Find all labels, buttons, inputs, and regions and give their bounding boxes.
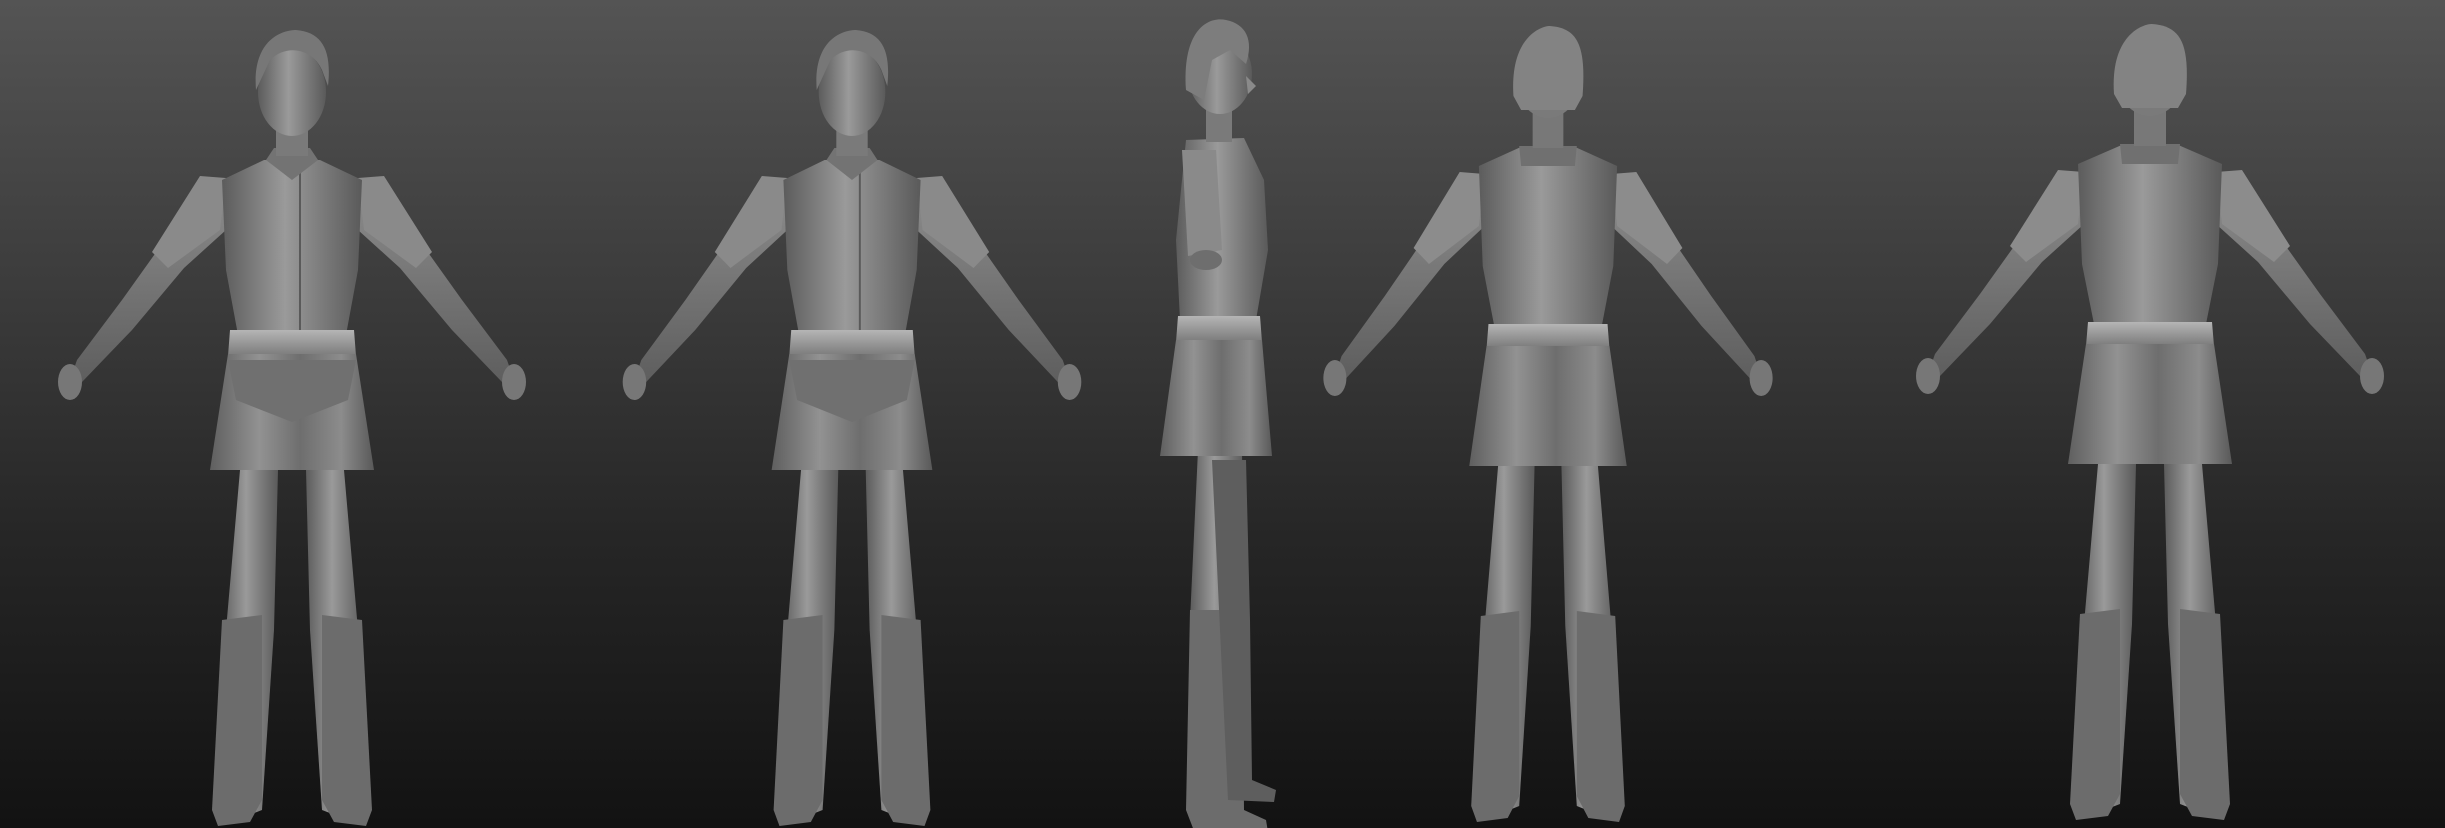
figure-three-quarter-back-view — [1323, 26, 1773, 822]
turnaround-render — [57, 19, 2384, 828]
figure-front-view — [57, 29, 527, 827]
sculpt-viewport[interactable] — [0, 0, 2445, 828]
figure-three-quarter-front-view — [621, 29, 1083, 827]
figure-side-view — [1160, 19, 1276, 828]
figure-back-view — [1916, 24, 2384, 820]
